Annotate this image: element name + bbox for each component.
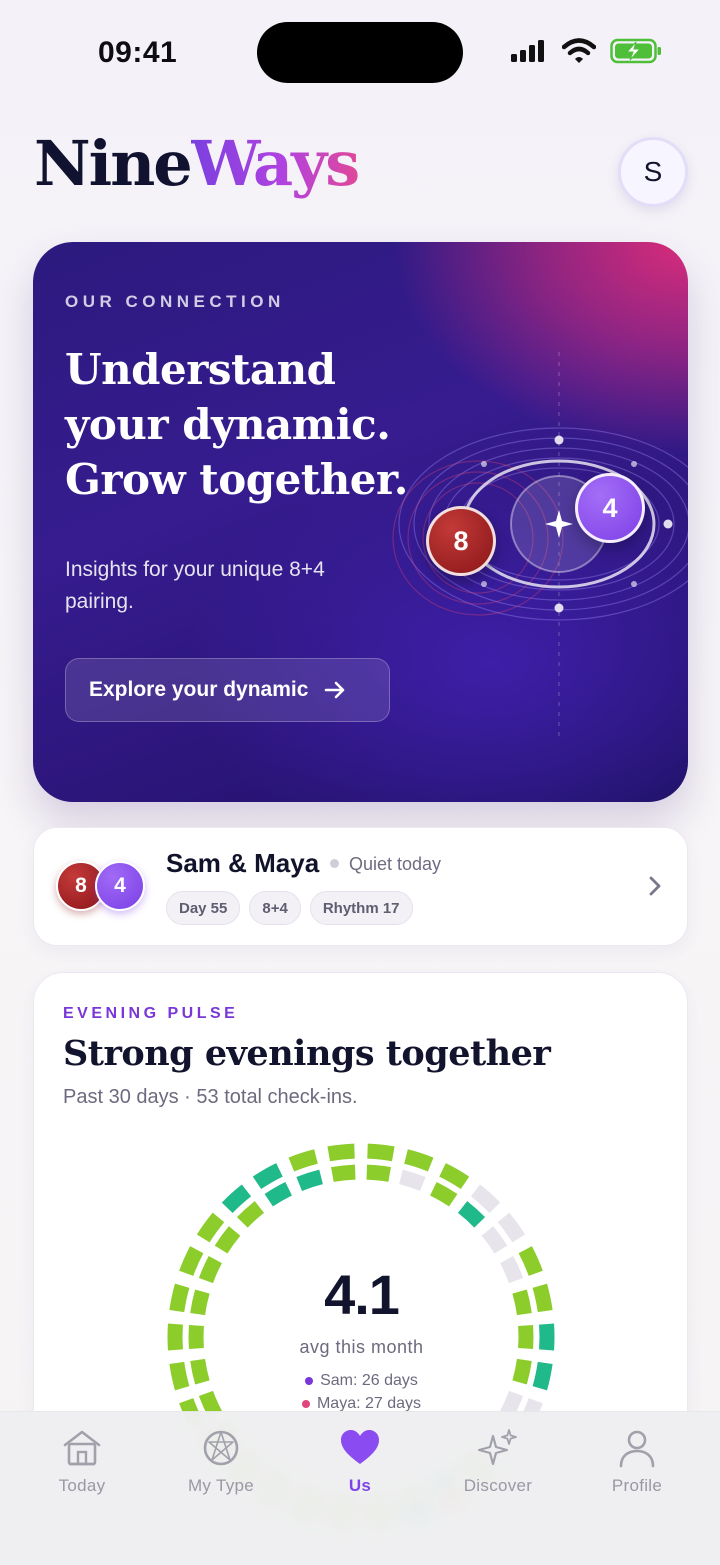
ring-segment-inner [264, 1181, 293, 1207]
wifi-icon [562, 38, 596, 63]
type-4-mini-label: 4 [114, 874, 126, 897]
status-dot [330, 859, 339, 868]
couple-status: Quiet today [349, 854, 442, 874]
connection-hero-card: OUR CONNECTION Understand your dynamic. … [33, 242, 688, 802]
ring-segment-inner [236, 1201, 265, 1228]
type-4-mini-badge: 4 [95, 861, 145, 911]
avatar-initial: S [643, 156, 663, 187]
chip-day: Day 55 [166, 891, 241, 925]
ring-segment-inner [429, 1181, 458, 1207]
ring-segment-outer [252, 1163, 283, 1190]
legend-sam: Sam: 26 days [34, 1372, 689, 1390]
ring-segment-outer [288, 1149, 318, 1172]
connection-orbit-illustration [392, 352, 688, 742]
tab-profile-label: Profile [611, 1476, 663, 1495]
chevron-right-icon [649, 876, 661, 896]
ring-segment-outer [404, 1149, 434, 1172]
tab-us[interactable]: Us [305, 1426, 415, 1496]
ring-segment-inner [457, 1201, 486, 1228]
explore-dynamic-label: Explore your dynamic [89, 678, 309, 701]
ring-segment-inner [399, 1169, 426, 1192]
status-bar: 09:41 [0, 0, 720, 100]
hero-title: Understand your dynamic. Grow together. [65, 342, 408, 507]
pulse-eyebrow: EVENING PULSE [63, 1005, 239, 1022]
status-time: 09:41 [98, 36, 178, 69]
profile-avatar-button[interactable]: S [618, 137, 688, 207]
legend-dot-sam [305, 1377, 314, 1385]
hero-subtitle: Insights for your unique 8+4 pairing. [65, 558, 325, 613]
person-icon [619, 1430, 655, 1468]
ring-segment-outer [221, 1184, 252, 1214]
status-icons [510, 38, 662, 64]
ring-segment-inner [481, 1226, 508, 1254]
couple-summary-row[interactable]: 8 4 Sam & Maya Quiet today Day 55 8+4 Rh… [33, 827, 688, 946]
chip-rhythm: Rhythm 17 [309, 891, 413, 925]
hero-title-line: your dynamic. [65, 400, 391, 449]
tab-us-label: Us [348, 1476, 372, 1495]
bottom-tab-bar: Today My Type Us Discover Profile [0, 1411, 720, 1565]
hero-title-line: Understand [65, 345, 336, 394]
explore-dynamic-button[interactable]: Explore your dynamic [65, 658, 390, 722]
ring-segment-inner [366, 1164, 391, 1182]
logo-text-ways: Ways [190, 127, 360, 200]
tab-profile[interactable]: Profile [582, 1426, 692, 1496]
type-8-badge: 8 [426, 506, 496, 576]
arrow-right-icon [325, 681, 345, 699]
ring-segment-inner [331, 1164, 356, 1182]
home-icon [63, 1430, 101, 1466]
app-logo: NineWays [34, 133, 360, 195]
tab-today-label: Today [58, 1476, 106, 1495]
ring-segment-inner [296, 1169, 323, 1192]
couple-names: Sam & Maya [166, 848, 320, 878]
tab-discover-label: Discover [463, 1476, 533, 1495]
ring-segment-outer [196, 1212, 225, 1243]
avg-label: avg this month [299, 1337, 424, 1357]
sparkles-icon [477, 1429, 517, 1466]
ring-segment-outer [439, 1163, 470, 1190]
logo-text-nine: Nine [34, 127, 193, 200]
dynamic-island [257, 22, 463, 83]
enneagram-icon [203, 1430, 239, 1466]
legend-sam-label: Sam: 26 days [320, 1372, 418, 1389]
tab-my-type[interactable]: My Type [166, 1426, 276, 1496]
heart-icon [341, 1430, 379, 1464]
couple-chips: Day 55 8+4 Rhythm 17 [166, 891, 413, 925]
tab-today[interactable]: Today [27, 1426, 137, 1496]
pulse-subtitle: Past 30 days · 53 total check-ins. [63, 1086, 358, 1108]
ring-segment-inner [214, 1226, 241, 1254]
cellular-signal-icon [511, 40, 544, 62]
ring-segment-outer [367, 1143, 395, 1162]
hero-title-line: Grow together. [65, 455, 408, 504]
type-8-label: 8 [453, 525, 469, 556]
type-8-mini-label: 8 [75, 874, 87, 897]
type-4-badge: 4 [575, 473, 645, 543]
tab-discover[interactable]: Discover [443, 1426, 553, 1496]
pulse-title: Strong evenings together [63, 1033, 551, 1074]
avg-value: 4.1 [324, 1263, 400, 1326]
ring-segment-outer [497, 1212, 526, 1243]
ring-segment-outer [470, 1184, 501, 1214]
ring-segment-outer [327, 1143, 355, 1162]
legend-dot-maya [301, 1400, 310, 1408]
hero-eyebrow: OUR CONNECTION [65, 292, 285, 311]
chip-pairing: 8+4 [249, 891, 301, 925]
type-4-label: 4 [602, 492, 618, 523]
tab-my-type-label: My Type [187, 1476, 255, 1495]
battery-charging-icon [610, 38, 661, 64]
